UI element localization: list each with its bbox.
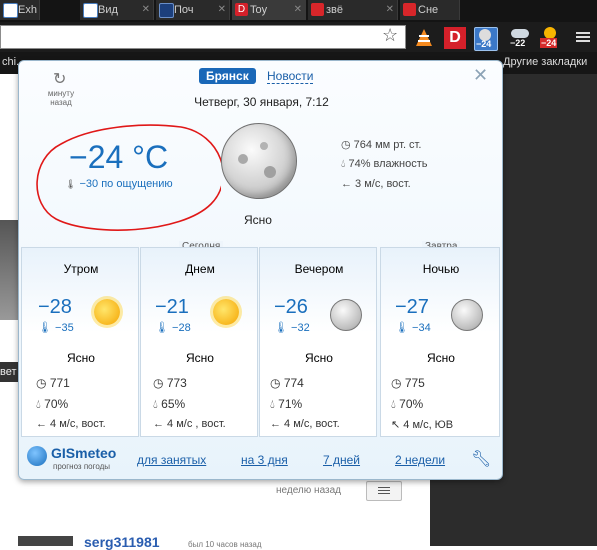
d-extension-icon[interactable]: D (444, 27, 466, 49)
d-icon: D (235, 3, 248, 16)
tab-4[interactable]: D Toy ✕ (232, 0, 306, 20)
current-temp: −24 °C (69, 139, 169, 175)
tab-5[interactable]: звё ✕ (308, 0, 398, 20)
humidity: 💧︎ 74% влажность (341, 158, 428, 170)
close-icon[interactable]: ✕ (218, 0, 226, 20)
period-card-morning: Утром −28 🌡︎ −35 Ясно ◷ 771 💧︎ 70% ← 4 м… (21, 247, 139, 437)
moon-icon (330, 299, 362, 331)
brand-subtitle: прогноз погоды (53, 462, 111, 471)
username-link[interactable]: serg311981 (84, 534, 160, 550)
period-card-day: Днем −21 🌡︎ −28 Ясно ◷ 773 💧︎ 65% ← 4 м/… (140, 247, 258, 437)
refresh-icon[interactable]: ↻ (53, 69, 66, 89)
vlc-icon[interactable] (413, 27, 435, 49)
sun-icon (213, 299, 239, 325)
brand-name[interactable]: GISmeteo (51, 445, 116, 461)
link-3-days[interactable]: на 3 дня (241, 453, 288, 467)
period-card-evening: Вечером −26 🌡︎ −32 Ясно ◷ 774 💧︎ 71% ← 4… (259, 247, 377, 437)
link-7-days[interactable]: 7 дней (323, 453, 360, 467)
tab-3[interactable]: Поч ✕ (156, 0, 230, 20)
moon-icon (451, 299, 483, 331)
close-icon[interactable]: ✕ (142, 0, 150, 20)
tab-6[interactable]: Сне (400, 0, 460, 20)
weather-popup: ↻ минуту назад Брянск Новости ✕ Четверг,… (18, 60, 503, 480)
date-label: Четверг, 30 января, 7:12 (194, 95, 329, 109)
youtube-icon (311, 3, 324, 16)
youtube-icon (403, 3, 416, 16)
sun-icon (94, 299, 120, 325)
tab-2[interactable]: Вид ✕ (80, 0, 154, 20)
pressure: ◷ 764 мм рт. ст. (341, 139, 422, 151)
close-icon[interactable]: ✕ (473, 65, 488, 86)
gismeteo-extension-icon[interactable]: −24 (474, 27, 498, 51)
city-badge[interactable]: Брянск (199, 68, 256, 84)
gismeteo-logo-icon (27, 446, 47, 466)
bookmark-star-icon[interactable]: ☆ (382, 25, 398, 46)
weather-snow-icon[interactable]: −22 (509, 27, 531, 49)
page-image (0, 220, 18, 320)
link-busy[interactable]: для занятых (137, 453, 206, 467)
mail-icon (159, 3, 174, 18)
feels-like: 🌡︎ −30 по ощущению (65, 178, 173, 190)
tab-strip: Exh Вид ✕ Поч ✕ D Toy ✕ звё ✕ Сне (0, 0, 597, 22)
wind: ← 3 м/с, вост. (341, 178, 411, 190)
avatar[interactable] (18, 536, 73, 546)
tab-1[interactable]: Exh (0, 0, 40, 20)
other-bookmarks[interactable]: Другие закладки (503, 56, 587, 68)
address-bar[interactable] (0, 25, 406, 49)
link-2-weeks[interactable]: 2 недели (395, 453, 445, 467)
news-link[interactable]: Новости (267, 69, 314, 84)
menu-button[interactable] (366, 481, 402, 501)
vk-icon (83, 3, 98, 18)
current-condition: Ясно (244, 213, 272, 227)
weather-sun-icon[interactable]: −24 (540, 27, 562, 49)
menu-icon[interactable] (576, 30, 590, 44)
close-icon[interactable]: ✕ (386, 0, 394, 20)
period-card-night: Ночью −27 🌡︎ −34 Ясно ◷ 775 💧︎ 70% ↖ 4 м… (380, 247, 500, 437)
vk-icon (3, 3, 18, 18)
time-ago: неделю назад (276, 485, 341, 496)
thermometer-icon: 🌡︎ (65, 179, 77, 189)
close-icon[interactable]: ✕ (294, 0, 302, 20)
settings-wrench-icon[interactable]: 🔧︎ (471, 449, 491, 469)
moon-icon (221, 123, 297, 199)
